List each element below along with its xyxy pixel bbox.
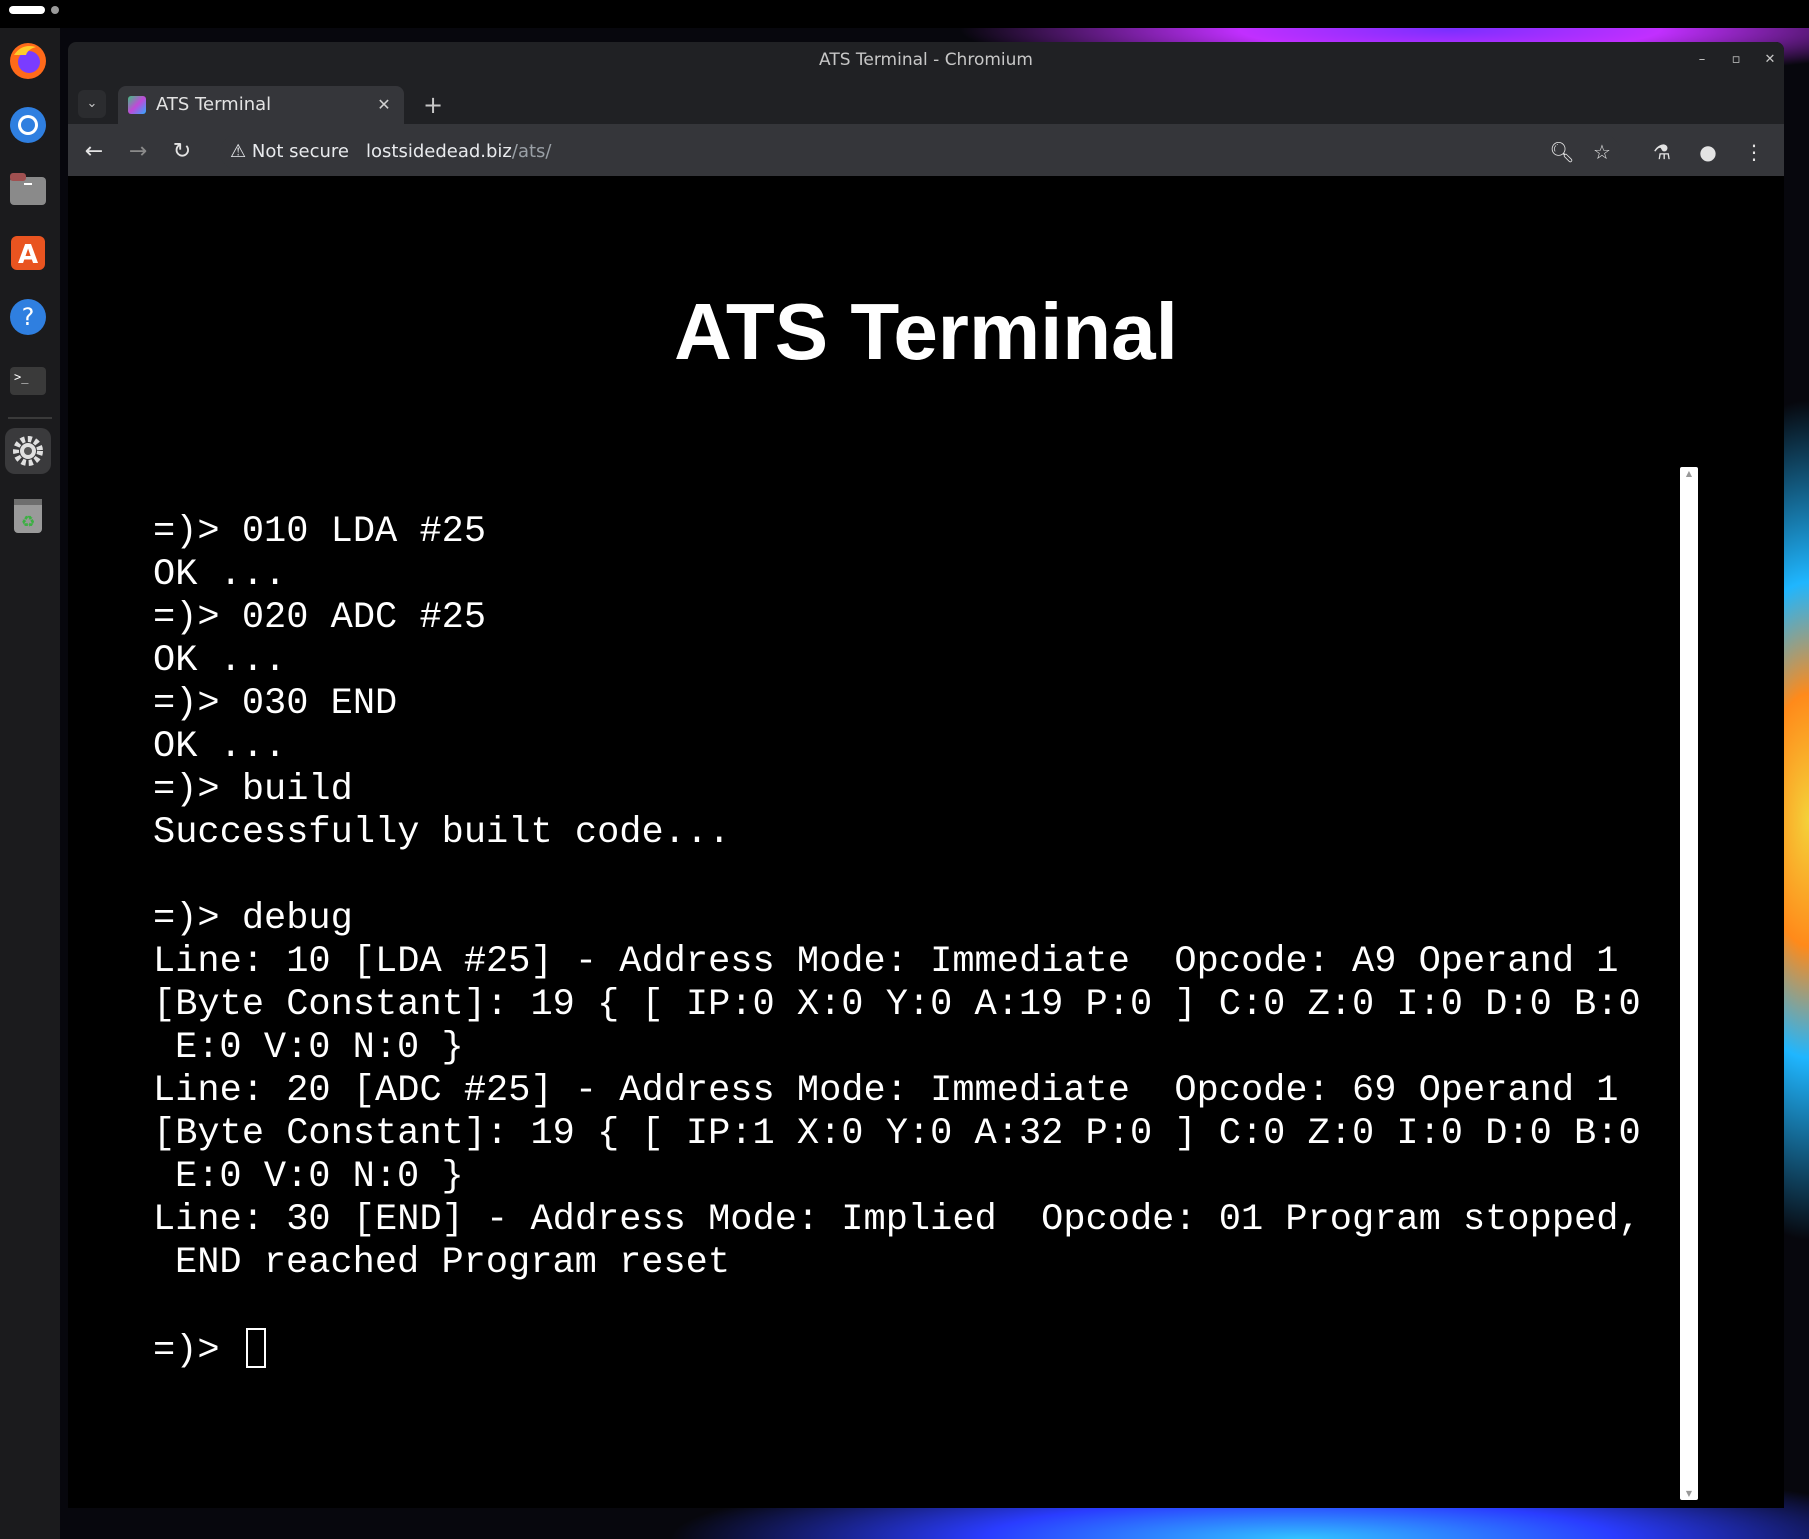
terminal-line: E:0 V:0 N:0 }: [175, 1156, 464, 1198]
favicon-icon: [128, 96, 146, 114]
terminal-cursor[interactable]: [245, 1328, 266, 1368]
scroll-down-icon[interactable]: ▼: [1680, 1489, 1698, 1498]
terminal-line: [Byte Constant]: 19 { [ IP:0 X:0 Y:0 A:1…: [153, 984, 1641, 1026]
tab-ats-terminal[interactable]: ATS Terminal ✕: [118, 86, 404, 124]
security-indicator[interactable]: ⚠ Not secure: [230, 134, 349, 170]
browser-window: ATS Terminal - Chromium – ▫ ✕ ⌄ ATS Term…: [68, 42, 1784, 1508]
new-tab-button[interactable]: +: [418, 90, 448, 120]
terminal-line: =)> debug: [153, 898, 353, 940]
system-top-bar: [0, 0, 1809, 28]
reload-button[interactable]: ↻: [168, 138, 196, 166]
dock-separator: [8, 417, 52, 419]
warning-icon: ⚠: [230, 141, 247, 162]
trash-icon[interactable]: ♻: [5, 492, 51, 538]
maximize-icon[interactable]: ▫: [1726, 50, 1746, 70]
back-button[interactable]: ←: [80, 138, 108, 166]
files-icon[interactable]: [5, 166, 51, 212]
app-center-icon[interactable]: A: [5, 230, 51, 276]
reload-icon: ↻: [172, 139, 192, 164]
terminal-line: =)> build: [153, 769, 353, 811]
workspace-indicator-active[interactable]: [9, 6, 45, 14]
terminal-line: OK ...: [153, 640, 287, 682]
forward-button[interactable]: →: [124, 138, 152, 166]
menu-kebab-icon[interactable]: ⋮: [1740, 138, 1768, 166]
svg-text:>_: >_: [14, 370, 29, 384]
chevron-down-icon: ⌄: [86, 96, 98, 111]
close-tab-icon[interactable]: ✕: [374, 95, 394, 115]
arrow-right-icon: →: [128, 139, 148, 164]
minimize-icon[interactable]: –: [1692, 50, 1712, 70]
firefox-icon[interactable]: [5, 38, 51, 84]
terminal-line: =)> 010 LDA #25: [153, 511, 487, 553]
plus-icon: +: [422, 91, 444, 119]
page-title: ATS Terminal: [674, 287, 1178, 376]
arrow-left-icon: ←: [84, 139, 104, 164]
url-text[interactable]: lostsidedead.biz/ats/: [366, 134, 552, 170]
chromium-icon[interactable]: [5, 102, 51, 148]
terminal-line: END reached Program reset: [175, 1242, 731, 1284]
terminal-line: Successfully built code...: [153, 812, 731, 854]
labs-flask-icon[interactable]: ⚗: [1648, 138, 1676, 166]
close-window-icon[interactable]: ✕: [1760, 50, 1780, 70]
terminal-prompt-line[interactable]: =)>: [153, 1328, 1673, 1372]
window-title: ATS Terminal - Chromium: [819, 50, 1033, 70]
terminal-line: OK ...: [153, 726, 287, 768]
svg-text:♻: ♻: [21, 512, 35, 531]
bookmark-star-icon[interactable]: ☆: [1588, 138, 1616, 166]
url-host: lostsidedead.biz: [366, 141, 512, 162]
terminal-scrollbar[interactable]: ▲ ▼: [1680, 467, 1698, 1500]
terminal-line: Line: 30 [END] - Address Mode: Implied O…: [153, 1199, 1641, 1241]
svg-text:?: ?: [22, 303, 35, 331]
settings-icon[interactable]: [5, 428, 51, 474]
scroll-up-icon[interactable]: ▲: [1680, 469, 1698, 478]
terminal-output[interactable]: =)> 010 LDA #25 OK ... =)> 020 ADC #25 OK .…: [153, 511, 1673, 1372]
window-title-bar: ATS Terminal - Chromium: [68, 42, 1784, 78]
terminal-line: [Byte Constant]: 19 { [ IP:1 X:0 Y:0 A:3…: [153, 1113, 1641, 1155]
workspace-indicator[interactable]: [51, 6, 59, 14]
zoom-icon[interactable]: 🔍︎: [1548, 138, 1576, 166]
security-label: Not secure: [251, 141, 349, 162]
terminal-line: Line: 10 [LDA #25] - Address Mode: Immed…: [153, 941, 1619, 983]
terminal-line: =)> 020 ADC #25: [153, 597, 487, 639]
terminal-line: =)> 030 END: [153, 683, 398, 725]
tab-title: ATS Terminal: [156, 94, 272, 115]
svg-text:A: A: [18, 240, 38, 270]
tab-search-button[interactable]: ⌄: [78, 90, 106, 118]
terminal-line: Line: 20 [ADC #25] - Address Mode: Immed…: [153, 1070, 1619, 1112]
profile-icon[interactable]: ●: [1694, 138, 1722, 166]
help-icon[interactable]: ?: [5, 294, 51, 340]
terminal-icon[interactable]: >_: [5, 358, 51, 404]
url-path: /ats/: [511, 141, 552, 162]
terminal-prompt: =)>: [153, 1330, 242, 1372]
dock: A ? >_ ♻: [0, 28, 60, 1539]
terminal-line: E:0 V:0 N:0 }: [175, 1027, 464, 1069]
terminal-line: OK ...: [153, 554, 287, 596]
